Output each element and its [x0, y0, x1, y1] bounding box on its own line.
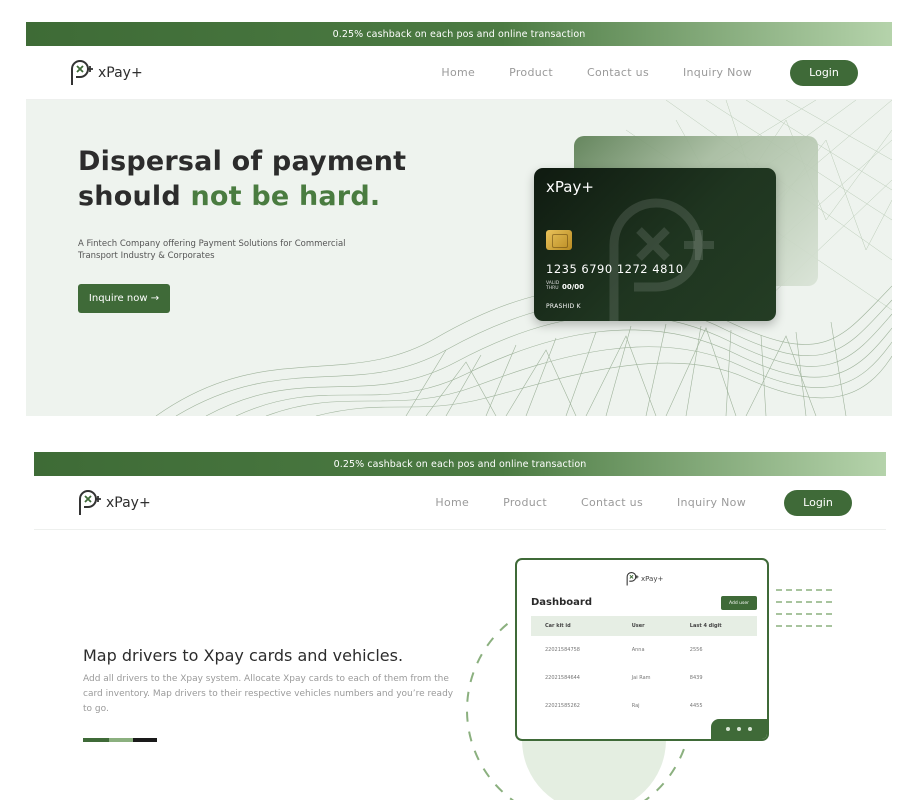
nav-home[interactable]: Home	[435, 496, 469, 509]
table-cell: 22021584758	[545, 647, 580, 653]
table-row[interactable]: 22021584758 Anna 2556	[531, 636, 757, 664]
logo[interactable]: xPay+	[76, 489, 151, 516]
hero-title-line2: should	[78, 181, 191, 212]
card-watermark-icon	[609, 198, 714, 321]
hero-subtitle: A Fintech Company offering Payment Solut…	[78, 239, 346, 261]
dot-icon	[748, 727, 752, 731]
brand-name: xPay+	[106, 494, 151, 511]
login-button[interactable]: Login	[790, 59, 858, 86]
hero-title-accent: not be hard.	[190, 181, 381, 212]
inquire-now-button[interactable]: Inquire now →	[78, 284, 170, 313]
table-header-row: Car kit id User Last 4 digit	[531, 616, 757, 636]
dashboard-logo: xPay+	[625, 572, 663, 586]
logo[interactable]: xPay+	[68, 59, 143, 86]
promo-text: 0.25% cashback on each pos and online tr…	[333, 458, 587, 470]
xpay-logo-icon	[79, 489, 101, 515]
promo-text: 0.25% cashback on each pos and online tr…	[332, 28, 586, 40]
dashboard-title: Dashboard	[531, 597, 592, 608]
navbar: xPay+ Home Product Contact us Inquiry No…	[34, 476, 886, 530]
xpay-logo-icon	[71, 59, 93, 85]
table-cell: Jai Ram	[631, 675, 651, 681]
table-cell: Anna	[631, 647, 645, 653]
nav-product[interactable]: Product	[509, 66, 553, 79]
nav-links: Home Product Contact us Inquiry Now	[435, 496, 746, 509]
drivers-table: Car kit id User Last 4 digit 22021584758…	[531, 616, 757, 720]
nav-links: Home Product Contact us Inquiry Now	[441, 66, 752, 79]
payment-card: xPay+ 1235 6790 1272 4810 VALID THRU 00/…	[534, 168, 776, 321]
indicator-segment	[133, 738, 157, 742]
nav-inquiry[interactable]: Inquiry Now	[677, 496, 746, 509]
table-cell: 22021584644	[545, 675, 580, 681]
indicator-segment	[109, 738, 133, 742]
brand-name: xPay+	[98, 64, 143, 81]
more-options-button[interactable]	[711, 719, 767, 739]
card-chip-icon	[546, 230, 572, 250]
dashboard-brand: xPay+	[641, 575, 664, 583]
nav-contact[interactable]: Contact us	[587, 66, 649, 79]
indicator-segment	[83, 738, 109, 742]
dashboard-mockup: xPay+ Dashboard Add user Car kit id User…	[515, 558, 769, 741]
table-cell: 22021585262	[545, 703, 580, 709]
progress-indicator	[83, 738, 157, 742]
card-valid-label: VALID THRU	[546, 281, 560, 291]
nav-contact[interactable]: Contact us	[581, 496, 643, 509]
nav-product[interactable]: Product	[503, 496, 547, 509]
column-header: Last 4 digit	[675, 616, 757, 636]
nav-inquiry[interactable]: Inquiry Now	[683, 66, 752, 79]
column-header: User	[617, 616, 676, 636]
dot-icon	[726, 727, 730, 731]
column-header: Car kit id	[531, 616, 618, 636]
login-button[interactable]: Login	[784, 489, 852, 516]
xpay-logo-icon	[626, 572, 639, 586]
hero-section: Dispersal of payment should not be hard.…	[26, 100, 892, 416]
table-row[interactable]: 22021584644 Jai Ram 8439	[531, 664, 757, 692]
nav-home[interactable]: Home	[441, 66, 475, 79]
card-number: 1235 6790 1272 4810	[546, 262, 684, 276]
card-holder: PRASHID K	[546, 303, 581, 310]
card-brand: xPay+	[546, 178, 594, 196]
hero-title: Dispersal of payment should not be hard.	[78, 144, 406, 214]
hero-screenshot: 0.25% cashback on each pos and online tr…	[26, 22, 892, 416]
feature-section: Map drivers to Xpay cards and vehicles. …	[34, 530, 886, 800]
table-cell: 4455	[689, 703, 703, 709]
feature-screenshot: 0.25% cashback on each pos and online tr…	[34, 452, 886, 800]
feature-description: Add all drivers to the Xpay system. Allo…	[83, 674, 454, 714]
navbar: xPay+ Home Product Contact us Inquiry No…	[26, 46, 892, 100]
table-row[interactable]: 22021585262 Raj 4455	[531, 692, 757, 720]
feature-title: Map drivers to Xpay cards and vehicles.	[83, 646, 404, 665]
table-cell: 8439	[689, 675, 703, 681]
card-expiry: 00/00	[562, 283, 585, 291]
table-cell: Raj	[631, 703, 640, 709]
promo-banner: 0.25% cashback on each pos and online tr…	[34, 452, 886, 476]
dot-icon	[737, 727, 741, 731]
add-user-button[interactable]: Add user	[721, 596, 757, 610]
table-cell: 2556	[689, 647, 703, 653]
promo-banner: 0.25% cashback on each pos and online tr…	[26, 22, 892, 46]
hero-title-line1: Dispersal of payment	[78, 146, 407, 177]
